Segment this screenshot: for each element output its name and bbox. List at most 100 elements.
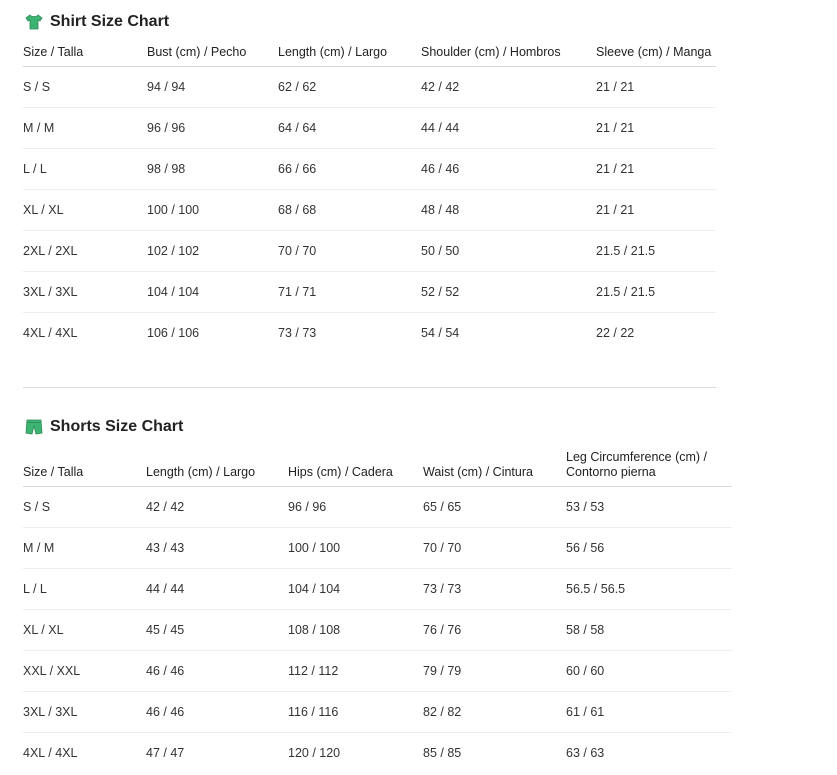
- table-cell: 100 / 100: [288, 527, 423, 569]
- table-row: S / S 94 / 94 62 / 62 42 / 42 21 / 21: [23, 66, 716, 108]
- table-cell: 65 / 65: [423, 486, 566, 528]
- table-cell: 46 / 46: [421, 148, 596, 190]
- table-cell: 98 / 98: [147, 148, 278, 190]
- column-header: Sleeve (cm) / Manga: [596, 43, 716, 67]
- table-cell: M / M: [23, 527, 146, 569]
- table-cell: 96 / 96: [288, 486, 423, 528]
- table-cell: 48 / 48: [421, 189, 596, 231]
- table-cell: 44 / 44: [421, 107, 596, 149]
- table-cell: 56.5 / 56.5: [566, 568, 732, 610]
- table-row: M / M 96 / 96 64 / 64 44 / 44 21 / 21: [23, 107, 716, 149]
- table-row: 4XL / 4XL 47 / 47 120 / 120 85 / 85 63 /…: [23, 733, 732, 774]
- table-cell: 94 / 94: [147, 66, 278, 108]
- column-header: Size / Talla: [23, 43, 147, 67]
- table-cell: 21 / 21: [596, 189, 716, 231]
- shorts-icon: [25, 419, 43, 435]
- section-divider: [23, 387, 716, 388]
- table-cell: 56 / 56: [566, 527, 732, 569]
- table-cell: 64 / 64: [278, 107, 421, 149]
- table-cell: 108 / 108: [288, 609, 423, 651]
- column-header: Bust (cm) / Pecho: [147, 43, 278, 67]
- table-cell: 42 / 42: [421, 66, 596, 108]
- column-header: Leg Circumference (cm) / Contorno pierna: [566, 449, 732, 487]
- column-header: Length (cm) / Largo: [146, 449, 288, 487]
- table-cell: 3XL / 3XL: [23, 691, 146, 733]
- table-row: M / M 43 / 43 100 / 100 70 / 70 56 / 56: [23, 527, 732, 569]
- table-cell: 21 / 21: [596, 66, 716, 108]
- column-header: Hips (cm) / Cadera: [288, 449, 423, 487]
- table-cell: 4XL / 4XL: [23, 326, 78, 340]
- table-cell: 50 / 50: [421, 230, 596, 272]
- table-cell: 66 / 66: [278, 148, 421, 190]
- table-cell: 73 / 73: [278, 326, 317, 340]
- table-cell: 104 / 104: [147, 271, 278, 313]
- table-cell: 21.5 / 21.5: [596, 271, 716, 313]
- table-cell: L / L: [23, 148, 147, 190]
- shirt-chart-title-text: Shirt Size Chart: [50, 13, 170, 30]
- table-cell: M / M: [23, 107, 147, 149]
- table-cell: XL / XL: [23, 609, 146, 651]
- table-cell: 82 / 82: [423, 691, 566, 733]
- table-cell: L / L: [23, 568, 146, 610]
- table-cell: 100 / 100: [147, 189, 278, 231]
- table-cell: 61 / 61: [566, 691, 732, 733]
- table-header-row: Size / Talla Length (cm) / Largo Hips (c…: [23, 449, 732, 487]
- table-cell: 73 / 73: [423, 568, 566, 610]
- table-cell: 63 / 63: [566, 746, 605, 760]
- table-cell: 120 / 120: [288, 746, 341, 760]
- table-row: 2XL / 2XL 102 / 102 70 / 70 50 / 50 21.5…: [23, 230, 716, 272]
- table-row: XXL / XXL 46 / 46 112 / 112 79 / 79 60 /…: [23, 650, 732, 692]
- table-cell: 47 / 47: [146, 746, 185, 760]
- table-row: XL / XL 100 / 100 68 / 68 48 / 48 21 / 2…: [23, 189, 716, 231]
- table-cell: 52 / 52: [421, 271, 596, 313]
- table-cell: 104 / 104: [288, 568, 423, 610]
- table-cell: S / S: [23, 66, 147, 108]
- table-row: XL / XL 45 / 45 108 / 108 76 / 76 58 / 5…: [23, 609, 732, 651]
- table-cell: 60 / 60: [566, 650, 732, 692]
- table-cell: 76 / 76: [423, 609, 566, 651]
- table-cell: 85 / 85: [423, 746, 462, 760]
- table-cell: 54 / 54: [421, 326, 460, 340]
- table-cell: 96 / 96: [147, 107, 278, 149]
- table-cell: 58 / 58: [566, 609, 732, 651]
- table-cell: 102 / 102: [147, 230, 278, 272]
- table-cell: 116 / 116: [288, 691, 423, 733]
- table-cell: 4XL / 4XL: [23, 746, 78, 760]
- table-cell: 21 / 21: [596, 107, 716, 149]
- table-cell: 45 / 45: [146, 609, 288, 651]
- table-cell: 71 / 71: [278, 271, 421, 313]
- table-cell: 68 / 68: [278, 189, 421, 231]
- table-row: 3XL / 3XL 46 / 46 116 / 116 82 / 82 61 /…: [23, 691, 732, 733]
- column-header: Length (cm) / Largo: [278, 43, 421, 67]
- table-row: 4XL / 4XL 106 / 106 73 / 73 54 / 54 22 /…: [23, 313, 716, 354]
- table-cell: 106 / 106: [147, 326, 200, 340]
- shirt-chart-title: Shirt Size Chart: [25, 13, 169, 31]
- shirt-icon: [25, 14, 43, 30]
- table-cell: XL / XL: [23, 189, 147, 231]
- table-cell: 112 / 112: [288, 650, 423, 692]
- shorts-chart-title: Shorts Size Chart: [25, 418, 183, 436]
- table-cell: 21.5 / 21.5: [596, 230, 716, 272]
- table-row: 3XL / 3XL 104 / 104 71 / 71 52 / 52 21.5…: [23, 271, 716, 313]
- table-cell: 44 / 44: [146, 568, 288, 610]
- table-cell: 46 / 46: [146, 650, 288, 692]
- table-cell: 3XL / 3XL: [23, 271, 147, 313]
- table-cell: 70 / 70: [423, 527, 566, 569]
- table-cell: 42 / 42: [146, 486, 288, 528]
- table-cell: 70 / 70: [278, 230, 421, 272]
- table-cell: 79 / 79: [423, 650, 566, 692]
- table-cell: 2XL / 2XL: [23, 230, 147, 272]
- table-cell: S / S: [23, 486, 146, 528]
- column-header: Waist (cm) / Cintura: [423, 449, 566, 487]
- table-row: S / S 42 / 42 96 / 96 65 / 65 53 / 53: [23, 486, 732, 528]
- column-header: Size / Talla: [23, 449, 146, 487]
- shorts-size-table: Size / Talla Length (cm) / Largo Hips (c…: [23, 449, 732, 773]
- table-cell: 22 / 22: [596, 326, 635, 340]
- table-header-row: Size / Talla Bust (cm) / Pecho Length (c…: [23, 43, 716, 67]
- table-row: L / L 98 / 98 66 / 66 46 / 46 21 / 21: [23, 148, 716, 190]
- table-cell: 46 / 46: [146, 691, 288, 733]
- column-header: Shoulder (cm) / Hombros: [421, 43, 596, 67]
- table-cell: XXL / XXL: [23, 650, 146, 692]
- table-cell: 62 / 62: [278, 66, 421, 108]
- table-cell: 53 / 53: [566, 486, 732, 528]
